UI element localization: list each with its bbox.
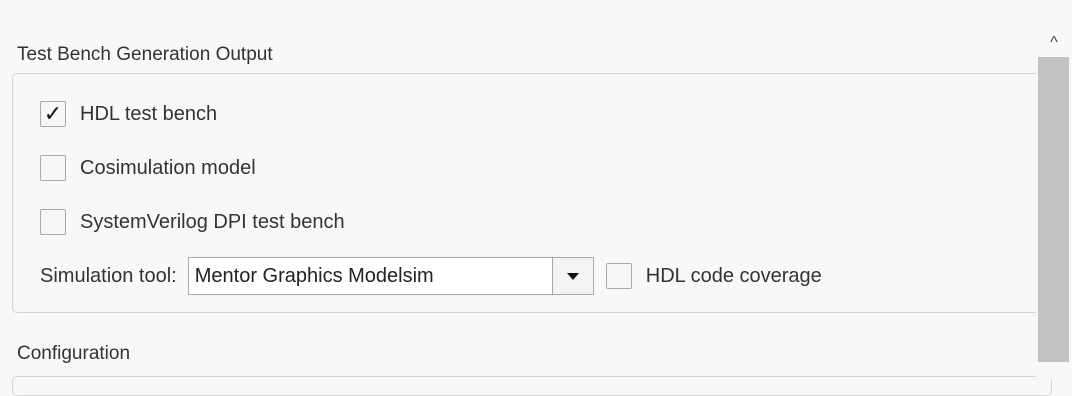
simulation-tool-dropdown[interactable]: Mentor Graphics Modelsim bbox=[187, 257, 594, 295]
scroll-up-icon[interactable]: ^ bbox=[1045, 34, 1063, 52]
simulation-tool-row: Simulation tool: Mentor Graphics Modelsi… bbox=[40, 257, 822, 295]
cosimulation-model-label: Cosimulation model bbox=[80, 156, 256, 179]
systemverilog-dpi-label: SystemVerilog DPI test bench bbox=[80, 210, 345, 233]
configuration-group bbox=[12, 376, 1052, 396]
hdl-test-bench-checkbox[interactable]: ✓ bbox=[40, 101, 66, 127]
systemverilog-dpi-option[interactable]: SystemVerilog DPI test bench bbox=[40, 209, 345, 235]
simulation-tool-label: Simulation tool: bbox=[40, 264, 177, 287]
scrollbar-thumb[interactable] bbox=[1038, 57, 1069, 362]
hdl-test-bench-option[interactable]: ✓ HDL test bench bbox=[40, 101, 217, 127]
section-title-test-bench: Test Bench Generation Output bbox=[17, 44, 273, 65]
hdl-test-bench-label: HDL test bench bbox=[80, 102, 218, 125]
settings-panel: Test Bench Generation Output ✓ HDL test … bbox=[0, 0, 1052, 396]
hdl-code-coverage-checkbox[interactable] bbox=[605, 263, 632, 289]
dropdown-arrow-button[interactable] bbox=[551, 258, 593, 294]
cosimulation-model-checkbox[interactable] bbox=[40, 155, 66, 181]
simulation-tool-value: Mentor Graphics Modelsim bbox=[194, 264, 434, 287]
triangle-down-icon bbox=[566, 272, 579, 280]
section-title-configuration: Configuration bbox=[17, 343, 131, 364]
hdl-code-coverage-label: HDL code coverage bbox=[645, 264, 822, 287]
vertical-scrollbar[interactable]: ^ bbox=[1036, 0, 1072, 379]
cosimulation-model-option[interactable]: Cosimulation model bbox=[40, 155, 256, 181]
check-mark-icon: ✓ bbox=[43, 101, 63, 126]
systemverilog-dpi-checkbox[interactable] bbox=[40, 209, 66, 235]
